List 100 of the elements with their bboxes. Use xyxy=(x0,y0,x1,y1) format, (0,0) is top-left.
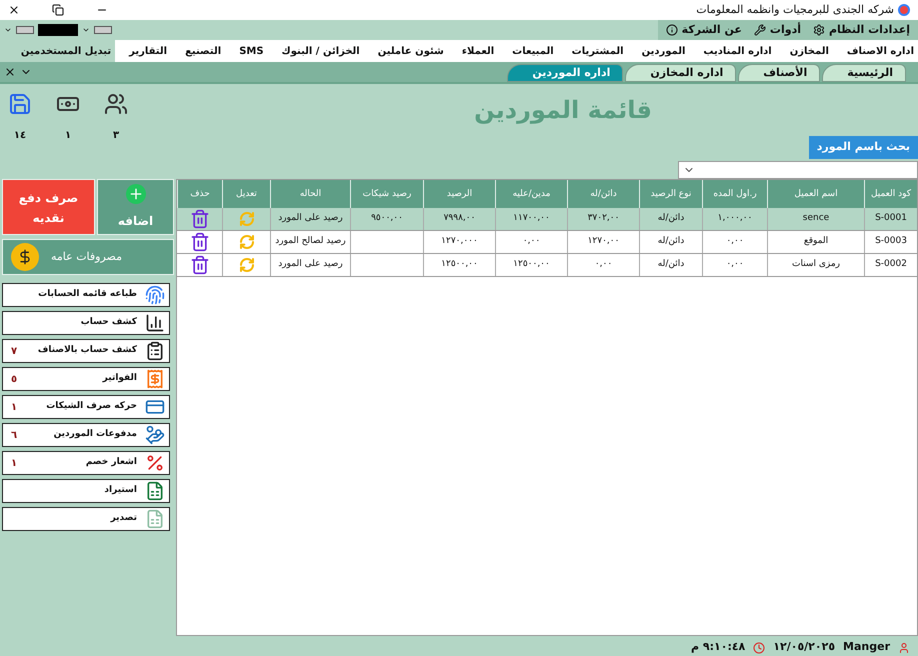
menu-item[interactable]: اداره المناديب xyxy=(703,44,772,58)
bar-chart-icon xyxy=(145,313,165,333)
table-cell-text: S-0002 xyxy=(875,258,907,272)
table-cell-text: رصيد لصالح المورد xyxy=(275,235,346,248)
report-count: ١ xyxy=(10,400,18,414)
table-cell-text: ١١٧٠٠,٠٠ xyxy=(513,212,550,226)
search-label: بحث باسم المورد xyxy=(808,136,918,158)
table-cell-text: sence xyxy=(802,212,830,226)
menu-item[interactable]: إعدادات النظام xyxy=(812,22,910,38)
menu-item[interactable]: المبيعات xyxy=(512,44,554,58)
report-count: ٦ xyxy=(10,428,18,442)
report-button[interactable]: ٥ الفواتير xyxy=(2,367,170,391)
user-icon xyxy=(898,642,910,654)
report-button[interactable]: ٧ كشف حساب بالاصناف xyxy=(2,339,170,363)
info-icon xyxy=(666,24,678,36)
app-logo-icon xyxy=(898,4,910,16)
table-cell-text: دائن/له xyxy=(658,212,684,226)
table-cell-text: ٠,٠٠ xyxy=(726,235,744,248)
menu-item[interactable]: عن الشركة xyxy=(666,22,742,38)
report-button[interactable]: ١ اشعار خصم xyxy=(2,451,170,475)
color-picker[interactable] xyxy=(38,24,78,36)
report-button[interactable]: تصدير xyxy=(2,507,170,531)
table-cell-text: ١,٠٠٠,٠٠ xyxy=(718,212,752,226)
report-label: الفواتير xyxy=(101,372,138,386)
count: ١ xyxy=(64,129,72,143)
table-cell-text: رمزى اسنات xyxy=(792,258,840,272)
trash-icon[interactable] xyxy=(190,232,210,252)
report-label: حركه صرف الشيكات xyxy=(45,400,138,414)
menu-item[interactable]: الموردين xyxy=(642,44,686,58)
plus-icon xyxy=(126,184,146,204)
trash-icon[interactable] xyxy=(190,255,210,275)
table-cell-text: ٣٧٠٢,٠٠ xyxy=(588,212,620,226)
table-cell-text: ١٢٥٠٠,٠٠ xyxy=(513,258,550,272)
menu-item[interactable]: العملاء xyxy=(462,44,494,58)
receipt-icon xyxy=(145,369,165,389)
report-button[interactable]: كشف حساب xyxy=(2,311,170,335)
table-cell-text: دائن/له xyxy=(658,258,684,272)
tab[interactable]: الأصناف xyxy=(738,64,820,82)
trash-icon[interactable] xyxy=(190,209,210,229)
table-cell-text: دائن/له xyxy=(658,235,684,248)
table-cell-text: S-0003 xyxy=(875,235,907,248)
supplier-select[interactable] xyxy=(678,160,918,179)
menu-item[interactable]: أدوات xyxy=(754,22,801,38)
fingerprint-icon xyxy=(145,285,165,305)
table-cell-text: رصيد على المورد xyxy=(278,258,343,272)
close-icon[interactable] xyxy=(8,4,20,16)
restore-icon[interactable] xyxy=(52,4,64,16)
report-label: اشعار خصم xyxy=(84,456,138,470)
menu-item[interactable]: المخازن xyxy=(790,44,829,58)
money-bag-icon xyxy=(11,243,39,271)
checklist-icon xyxy=(145,341,165,361)
table-cell-text: ١٢٥٠٠,٠٠ xyxy=(441,258,478,272)
close-icon[interactable] xyxy=(4,66,16,78)
cash-payment-button[interactable]: صرف دفع نقديه xyxy=(2,179,95,235)
spreadsheet-icon xyxy=(145,481,165,501)
report-label: استيراد xyxy=(103,484,138,498)
table-cell-text: ٧٩٩٨,٠٠ xyxy=(444,212,476,226)
table-cell-text: ١٢٧٠,٠٠٠ xyxy=(441,235,478,248)
table-cell-text: S-0001 xyxy=(875,212,907,226)
table-cell-text: ٠,٠٠ xyxy=(726,258,744,272)
report-button[interactable]: طباعه قائمه الحسابات xyxy=(2,283,170,307)
menu-item[interactable]: شئون عاملين xyxy=(378,44,444,58)
report-label: كشف حساب xyxy=(80,316,138,330)
report-count: ٥ xyxy=(10,372,18,386)
report-label: طباعه قائمه الحسابات xyxy=(37,288,138,302)
color-swatch[interactable] xyxy=(16,26,34,34)
report-label: مدفوعات الموردين xyxy=(52,428,138,442)
menu-item[interactable]: التقارير xyxy=(129,44,168,58)
count: ٣ xyxy=(112,129,120,143)
users-icon[interactable] xyxy=(104,92,128,116)
menu-item[interactable]: الخزائن / البنوك xyxy=(282,44,360,58)
tab[interactable]: اداره الموردين xyxy=(507,64,624,82)
wrench-icon xyxy=(754,24,766,36)
table-cell-text: ٠,٠٠ xyxy=(522,235,540,248)
report-button[interactable]: ٦ مدفوعات الموردين xyxy=(2,423,170,447)
dropdown-icon[interactable] xyxy=(4,26,12,34)
hand-coins-icon xyxy=(145,425,165,445)
tab[interactable]: اداره المخازن xyxy=(625,64,736,82)
percent-icon xyxy=(145,453,165,473)
spreadsheet-icon xyxy=(145,509,165,529)
report-button[interactable]: استيراد xyxy=(2,479,170,503)
table-cell-text: الموقع xyxy=(804,235,828,248)
table-cell-text: ٠,٠٠ xyxy=(594,258,612,272)
table-cell-text: ٩٥٠٠,٠٠ xyxy=(371,212,403,226)
menu-item[interactable]: التصنيع xyxy=(185,44,222,58)
menu-item[interactable]: تبديل المستخدمين xyxy=(20,44,112,58)
dropdown-icon[interactable] xyxy=(82,26,90,34)
report-button[interactable]: ١ حركه صرف الشيكات xyxy=(2,395,170,419)
report-count: ٧ xyxy=(10,344,18,358)
date: ١٢/٠٥/٢٠٢٥ xyxy=(773,639,836,656)
count: ١٤ xyxy=(14,129,26,143)
table-cell-text: ١٢٧٠,٠٠ xyxy=(588,235,620,248)
user-name: Manger xyxy=(843,639,890,656)
menu-item[interactable]: SMS xyxy=(239,44,264,58)
menu-item[interactable]: المشتريات xyxy=(572,44,624,58)
save-icon[interactable] xyxy=(8,92,32,116)
tab[interactable]: الرئيسية xyxy=(822,64,906,82)
menu-item[interactable]: اداره الاصناف xyxy=(846,44,914,58)
color-swatch[interactable] xyxy=(94,26,112,34)
time: ٩:١٠:٤٨ م xyxy=(691,639,746,656)
